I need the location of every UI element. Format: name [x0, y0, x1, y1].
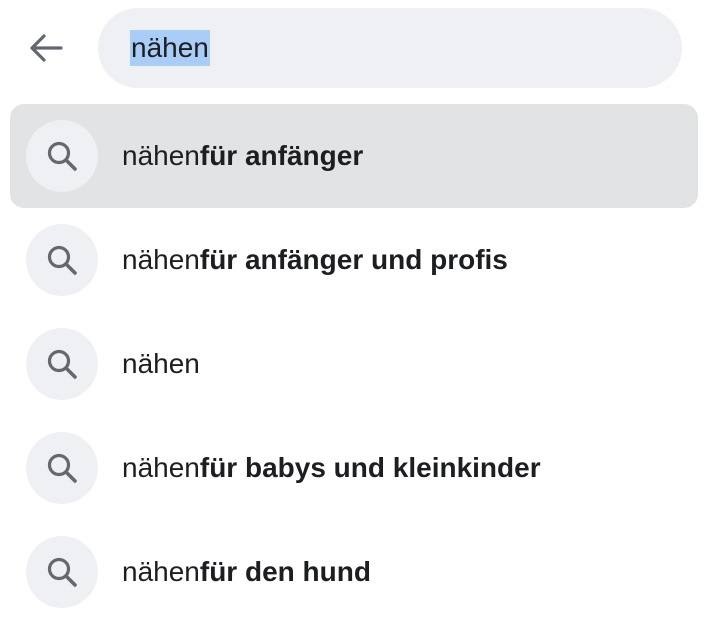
suggestion-label: nähen	[122, 312, 200, 416]
suggestion-item[interactable]: nähen für anfänger und profis	[10, 208, 698, 312]
suggestion-suffix: für anfänger und profis	[199, 244, 508, 275]
suggestion-prefix: nähen	[122, 244, 200, 275]
search-icon	[26, 432, 98, 504]
search-icon	[26, 536, 98, 608]
suggestion-list: nähen für anfänger nähen für anfänger un…	[10, 104, 698, 624]
suggestion-prefix: nähen	[122, 348, 200, 379]
suggestion-suffix: für den hund	[199, 556, 371, 587]
suggestion-item[interactable]: nähen für anfänger	[10, 104, 698, 208]
search-icon	[26, 224, 98, 296]
suggestion-label: nähen für anfänger	[122, 104, 363, 208]
suggestion-prefix: nähen	[122, 556, 200, 587]
suggestion-prefix: nähen	[122, 452, 200, 483]
search-icon	[26, 328, 98, 400]
back-arrow-icon	[30, 34, 63, 62]
suggestion-item[interactable]: nähen für babys und kleinkinder	[10, 416, 698, 520]
back-button[interactable]	[20, 24, 72, 72]
suggestion-item[interactable]: nähen für den hund	[10, 520, 698, 624]
suggestion-suffix: für anfänger	[199, 140, 364, 171]
suggestion-item[interactable]: nähen	[10, 312, 698, 416]
search-input-value: nähen	[130, 30, 210, 66]
search-bar: nähen	[0, 0, 712, 96]
suggestion-label: nähen für den hund	[122, 520, 371, 624]
suggestion-label: nähen für babys und kleinkinder	[122, 416, 541, 520]
search-icon	[26, 120, 98, 192]
search-input[interactable]: nähen	[98, 8, 682, 88]
suggestion-prefix: nähen	[122, 140, 200, 171]
suggestion-label: nähen für anfänger und profis	[122, 208, 508, 312]
suggestion-suffix: für babys und kleinkinder	[199, 452, 541, 483]
